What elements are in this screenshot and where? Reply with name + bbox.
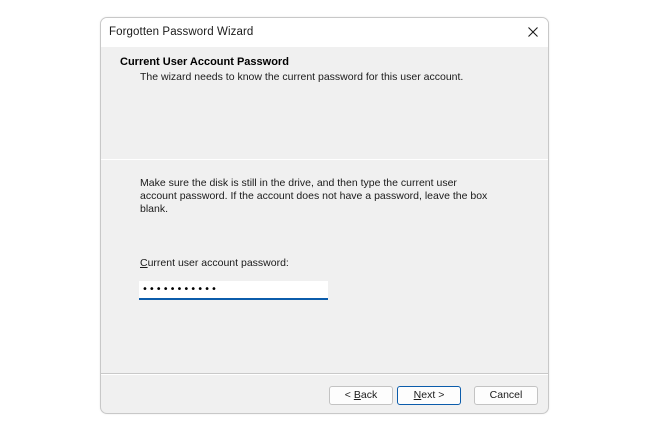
password-input[interactable] bbox=[139, 281, 328, 300]
close-button[interactable] bbox=[518, 18, 548, 47]
window-title: Forgotten Password Wizard bbox=[109, 26, 254, 38]
header-divider bbox=[101, 159, 548, 160]
password-label-rest: urrent user account password: bbox=[147, 257, 289, 269]
title-bar: Forgotten Password Wizard bbox=[101, 18, 548, 47]
cancel-button[interactable]: Cancel bbox=[474, 386, 538, 405]
page-title: Current User Account Password bbox=[120, 56, 289, 68]
back-button-accel: B bbox=[353, 389, 361, 401]
page-description: The wizard needs to know the current pas… bbox=[140, 71, 464, 83]
password-label-accel: C bbox=[140, 257, 148, 269]
close-icon bbox=[528, 27, 538, 37]
wizard-dialog: Forgotten Password Wizard Current User A… bbox=[100, 17, 549, 414]
back-button[interactable]: < Back bbox=[329, 386, 393, 405]
instructions-text: Make sure the disk is still in the drive… bbox=[140, 177, 488, 215]
wizard-header: Current User Account Password The wizard… bbox=[101, 47, 548, 160]
footer-divider-highlight bbox=[101, 374, 548, 375]
password-label: Current user account password: bbox=[140, 257, 289, 269]
back-button-prefix: < bbox=[344, 389, 354, 401]
next-button-rest: ext > bbox=[421, 389, 445, 401]
back-button-rest: ack bbox=[360, 389, 378, 401]
next-button[interactable]: Next > bbox=[397, 386, 461, 405]
